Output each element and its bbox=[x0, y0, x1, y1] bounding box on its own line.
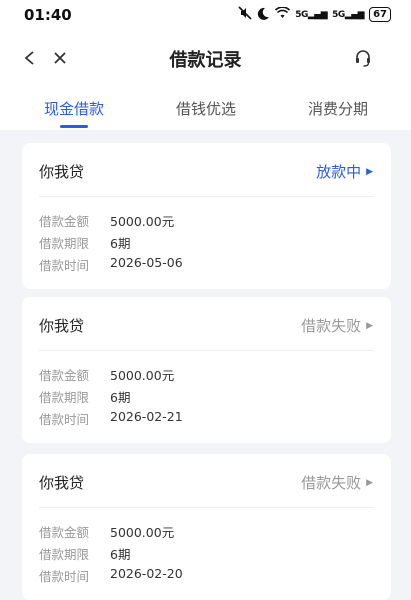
term-label: 借款期限 bbox=[39, 547, 90, 562]
term-row: 借款期限 6期 bbox=[39, 544, 130, 563]
term-row: 借款期限 6期 bbox=[39, 233, 130, 252]
status-icons: 5G▂▄▆ 5G▂▄▆ 67 bbox=[238, 6, 391, 23]
tab-cash-loan[interactable]: 现金借款 bbox=[34, 98, 114, 119]
lender-name: 你我贷 bbox=[39, 474, 85, 492]
signal-icon: 5G▂▄▆ bbox=[295, 9, 328, 20]
battery-icon: 67 bbox=[369, 7, 391, 22]
lender-name: 你我贷 bbox=[39, 317, 85, 335]
amount-value: 5000.00元 bbox=[110, 525, 175, 540]
date-value: 2026-05-06 bbox=[110, 255, 183, 270]
date-row: 借款时间 2026-05-06 bbox=[39, 255, 183, 274]
page-title: 借款记录 bbox=[169, 50, 242, 71]
date-label: 借款时间 bbox=[39, 569, 90, 584]
lender-name: 你我贷 bbox=[39, 163, 85, 181]
triangle-right-icon: ▶ bbox=[366, 477, 373, 488]
date-value: 2026-02-20 bbox=[110, 566, 183, 581]
header: 借款记录 bbox=[0, 30, 411, 86]
term-label: 借款期限 bbox=[39, 236, 90, 251]
loan-status: 借款失败 bbox=[301, 474, 362, 492]
triangle-right-icon: ▶ bbox=[366, 320, 373, 331]
status-bar: 01:40 5G▂▄▆ 5G▂▄▆ 67 bbox=[0, 0, 411, 30]
amount-label: 借款金额 bbox=[39, 368, 90, 383]
loan-status-button[interactable]: 放款中 ▶ bbox=[316, 161, 373, 182]
date-value: 2026-02-21 bbox=[110, 409, 183, 424]
loan-record-card[interactable]: 你我贷 放款中 ▶ 借款金额 5000.00元 借款期限 6期 借款时间 202… bbox=[22, 143, 391, 289]
date-row: 借款时间 2026-02-20 bbox=[39, 566, 183, 585]
signal-label-1: 5G bbox=[295, 9, 308, 20]
loan-status-button[interactable]: 借款失败 ▶ bbox=[301, 315, 373, 336]
tab-installment[interactable]: 消费分期 bbox=[298, 98, 378, 119]
amount-row: 借款金额 5000.00元 bbox=[39, 522, 174, 541]
divider bbox=[39, 507, 374, 508]
term-label: 借款期限 bbox=[39, 390, 90, 405]
date-label: 借款时间 bbox=[39, 412, 90, 427]
loan-status: 借款失败 bbox=[301, 317, 362, 335]
status-time: 01:40 bbox=[24, 6, 72, 24]
tab-preferred-loan[interactable]: 借钱优选 bbox=[166, 98, 246, 119]
mute-icon bbox=[238, 6, 252, 23]
date-row: 借款时间 2026-02-21 bbox=[39, 409, 183, 428]
loan-record-card[interactable]: 你我贷 借款失败 ▶ 借款金额 5000.00元 借款期限 6期 借款时间 20… bbox=[22, 297, 391, 443]
signal-label-2: 5G bbox=[332, 9, 345, 20]
amount-label: 借款金额 bbox=[39, 525, 90, 540]
term-value: 6期 bbox=[110, 236, 131, 251]
moon-icon bbox=[257, 7, 270, 23]
term-value: 6期 bbox=[110, 390, 131, 405]
amount-label: 借款金额 bbox=[39, 214, 90, 229]
term-row: 借款期限 6期 bbox=[39, 387, 130, 406]
customer-service-icon[interactable] bbox=[351, 46, 375, 70]
triangle-right-icon: ▶ bbox=[366, 166, 373, 177]
tab-bar: 现金借款 借钱优选 消费分期 bbox=[0, 86, 411, 130]
date-label: 借款时间 bbox=[39, 258, 90, 273]
divider bbox=[39, 196, 374, 197]
divider bbox=[39, 350, 374, 351]
wifi-icon bbox=[275, 6, 291, 22]
signal-icon-2: 5G▂▄▆ bbox=[332, 9, 365, 20]
amount-row: 借款金额 5000.00元 bbox=[39, 211, 174, 230]
term-value: 6期 bbox=[110, 547, 131, 562]
loan-status: 放款中 bbox=[316, 163, 362, 181]
loan-status-button[interactable]: 借款失败 ▶ bbox=[301, 472, 373, 493]
loan-record-card[interactable]: 你我贷 借款失败 ▶ 借款金额 5000.00元 借款期限 6期 借款时间 20… bbox=[22, 454, 391, 600]
active-tab-indicator bbox=[60, 125, 88, 128]
amount-value: 5000.00元 bbox=[110, 214, 175, 229]
amount-value: 5000.00元 bbox=[110, 368, 175, 383]
amount-row: 借款金额 5000.00元 bbox=[39, 365, 174, 384]
